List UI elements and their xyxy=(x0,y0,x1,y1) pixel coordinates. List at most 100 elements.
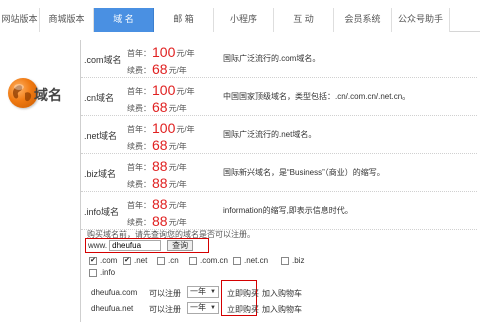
result-status: 可以注册 xyxy=(149,289,181,298)
tab-member-system[interactable]: 会员系统 xyxy=(334,8,392,32)
renew-label: 续费： xyxy=(127,66,151,75)
checkbox-icon[interactable] xyxy=(189,256,197,265)
query-button[interactable]: 查询 xyxy=(167,240,194,251)
renew-price: 续费：68元/年 xyxy=(127,137,187,153)
domain-search-input[interactable] xyxy=(109,240,162,251)
logo-text: 域名 xyxy=(34,87,62,103)
first-year-label: 首年： xyxy=(127,87,151,96)
price-unit: 元/年 xyxy=(168,66,187,75)
tld-label: .cn xyxy=(168,256,179,265)
renew-label: 续费： xyxy=(127,104,151,113)
domain-type: .com域名 xyxy=(84,55,122,65)
tld-label: .com xyxy=(100,256,118,265)
price-unit: 元/年 xyxy=(168,218,187,227)
price-value: 100 xyxy=(152,44,176,60)
dropdown-arrow-icon: ▼ xyxy=(210,305,216,311)
domain-description: 国际广泛流行的.com域名。 xyxy=(223,54,321,63)
domain-type: .cn域名 xyxy=(84,93,115,103)
checkbox-icon[interactable] xyxy=(89,268,97,277)
price-unit: 元/年 xyxy=(176,125,195,134)
dropdown-arrow-icon: ▼ xyxy=(210,289,216,295)
price-value: 68 xyxy=(152,99,168,115)
price-value: 88 xyxy=(152,175,168,191)
domain-search: www. 查询 xyxy=(85,238,209,253)
tld-checkbox-info[interactable]: .info xyxy=(89,268,115,277)
renew-label: 续费： xyxy=(127,218,151,227)
renew-label: 续费： xyxy=(127,180,151,189)
tab-website-version[interactable]: 网站版本 xyxy=(0,8,40,32)
tld-label: .com.cn xyxy=(200,256,229,265)
domain-panel: .com域名 首年：100元/年 续费：68元/年 国际广泛流行的.com域名。… xyxy=(80,40,477,322)
price-value: 100 xyxy=(152,82,176,98)
first-year-price: 首年：88元/年 xyxy=(127,158,187,174)
first-year-label: 首年： xyxy=(127,201,151,210)
price-row: .net域名 首年：100元/年 续费：68元/年 国际广泛流行的.net域名。 xyxy=(81,116,477,154)
price-value: 100 xyxy=(152,120,176,136)
period-value: 一年 xyxy=(190,303,206,312)
tld-checkbox-net[interactable]: ✔ .net xyxy=(123,256,147,265)
tld-checkbox-biz[interactable]: .biz xyxy=(281,256,304,265)
tld-label: .info xyxy=(100,268,116,277)
tld-checkbox-com-cn[interactable]: .com.cn xyxy=(189,256,228,265)
price-value: 88 xyxy=(152,213,168,229)
tld-checkbox-com[interactable]: ✔ .com xyxy=(89,256,117,265)
domain-description: 国际新兴域名，是“Business”（商业）的缩写。 xyxy=(223,168,385,177)
tab-mall-version[interactable]: 商城版本 xyxy=(40,8,94,32)
result-status: 可以注册 xyxy=(149,305,181,314)
renew-price: 续费：68元/年 xyxy=(127,61,187,77)
add-to-cart-link[interactable]: 加入购物车 xyxy=(262,288,302,299)
checkbox-checked-icon[interactable]: ✔ xyxy=(123,256,131,265)
price-unit: 元/年 xyxy=(168,104,187,113)
tab-mini-program[interactable]: 小程序 xyxy=(214,8,274,32)
checkbox-icon[interactable] xyxy=(157,256,165,265)
tld-checkbox-net-cn[interactable]: .net.cn xyxy=(233,256,268,265)
result-domain: dheufua.net xyxy=(91,304,134,313)
domain-type: .net域名 xyxy=(84,131,118,141)
tld-label: .net xyxy=(134,256,148,265)
price-row: .info域名 首年：88元/年 续费：88元/年 information的缩写… xyxy=(81,192,477,230)
tab-bar: 网站版本 商城版本 域 名 邮 箱 小程序 互 动 会员系统 公众号助手 xyxy=(0,8,480,32)
tld-label: .biz xyxy=(292,256,305,265)
renew-price: 续费：88元/年 xyxy=(127,175,187,191)
period-value: 一年 xyxy=(190,287,206,296)
tab-email[interactable]: 邮 箱 xyxy=(154,8,214,32)
tab-interaction[interactable]: 互 动 xyxy=(274,8,334,32)
renew-price: 续费：68元/年 xyxy=(127,99,187,115)
domain-description: 国际广泛流行的.net域名。 xyxy=(223,130,317,139)
domain-description: information的缩写,即表示信息时代。 xyxy=(223,206,353,215)
tld-checkbox-cn[interactable]: .cn xyxy=(157,256,179,265)
domain-type: .biz域名 xyxy=(84,169,117,179)
buy-now-button[interactable]: 立即购买 xyxy=(227,304,259,315)
price-unit: 元/年 xyxy=(168,201,187,210)
price-unit: 元/年 xyxy=(168,180,187,189)
price-value: 68 xyxy=(152,137,168,153)
buy-now-button[interactable]: 立即购买 xyxy=(227,288,259,299)
first-year-price: 首年：100元/年 xyxy=(127,44,195,60)
domain-type: .info域名 xyxy=(84,207,120,217)
add-to-cart-link[interactable]: 加入购物车 xyxy=(262,304,302,315)
price-unit: 元/年 xyxy=(176,49,195,58)
first-year-price: 首年：88元/年 xyxy=(127,196,187,212)
domain-logo: 域名 xyxy=(4,72,76,120)
checkbox-icon[interactable] xyxy=(281,256,289,265)
renew-price: 续费：88元/年 xyxy=(127,213,187,229)
www-prefix: www. xyxy=(88,241,108,250)
tld-label: .net.cn xyxy=(244,256,269,265)
tab-domain[interactable]: 域 名 xyxy=(94,8,154,32)
period-select[interactable]: 一年 ▼ xyxy=(187,302,219,314)
tab-wechat-assistant[interactable]: 公众号助手 xyxy=(392,8,450,32)
first-year-price: 首年：100元/年 xyxy=(127,120,195,136)
result-row: dheufua.com 可以注册 一年 ▼ 立即购买 加入购物车 xyxy=(81,285,477,301)
period-select[interactable]: 一年 ▼ xyxy=(187,286,219,298)
renew-label: 续费： xyxy=(127,142,151,151)
price-row: .com域名 首年：100元/年 续费：68元/年 国际广泛流行的.com域名。 xyxy=(81,40,477,78)
price-value: 68 xyxy=(152,61,168,77)
first-year-label: 首年： xyxy=(127,125,151,134)
price-value: 88 xyxy=(152,196,168,212)
first-year-label: 首年： xyxy=(127,49,151,58)
checkbox-icon[interactable] xyxy=(233,256,241,265)
price-unit: 元/年 xyxy=(168,163,187,172)
checkbox-checked-icon[interactable]: ✔ xyxy=(89,256,97,265)
domain-description: 中国国家顶级域名，类型包括：.cn/.com.cn/.net.cn。 xyxy=(223,92,411,101)
price-row: .biz域名 首年：88元/年 续费：88元/年 国际新兴域名，是“Busine… xyxy=(81,154,477,192)
